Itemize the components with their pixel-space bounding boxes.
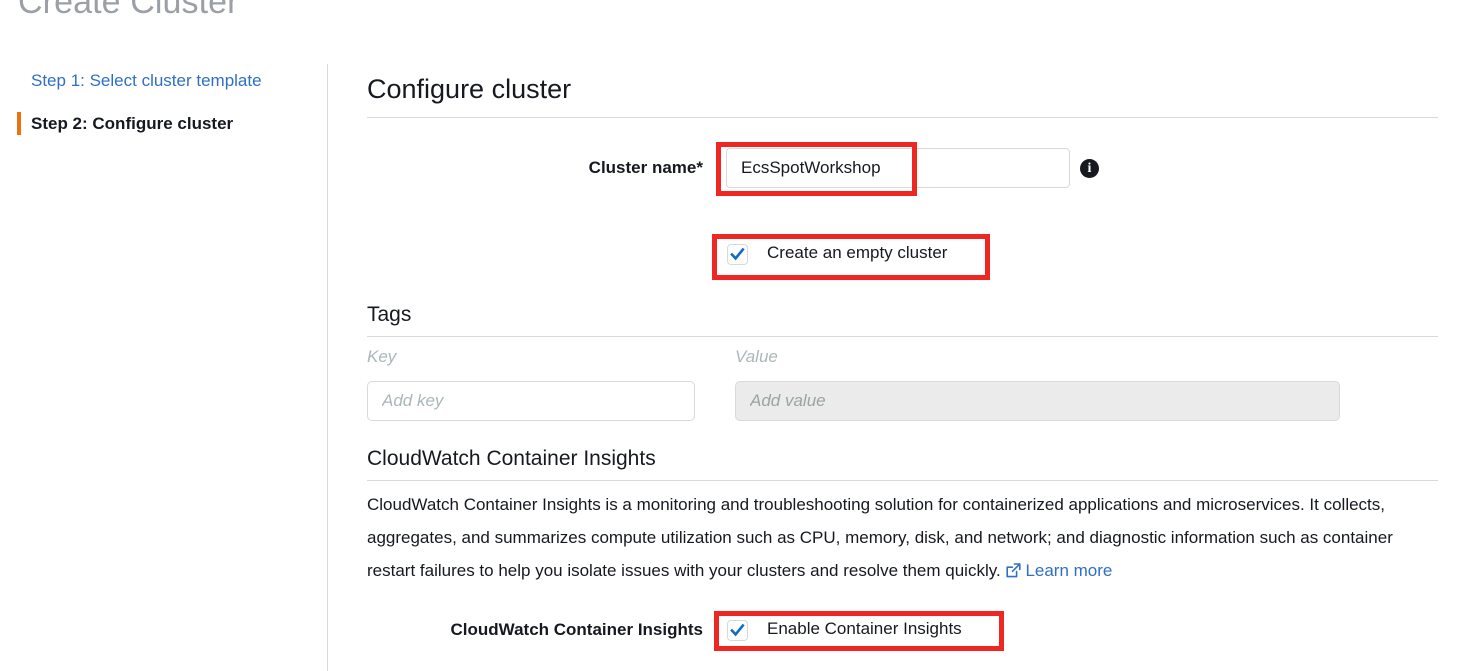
sidebar-divider bbox=[327, 64, 328, 671]
sidebar-step-2[interactable]: Step 2: Configure cluster bbox=[31, 114, 233, 134]
configure-cluster-divider bbox=[367, 117, 1438, 118]
current-step-marker bbox=[17, 112, 21, 135]
create-empty-cluster-label[interactable]: Create an empty cluster bbox=[767, 243, 947, 263]
sidebar-step-1[interactable]: Step 1: Select cluster template bbox=[31, 71, 262, 91]
tag-value-column-label: Value bbox=[735, 347, 778, 366]
create-empty-cluster-checkbox[interactable] bbox=[727, 244, 748, 265]
wizard-sidebar: Step 1: Select cluster template Step 2: … bbox=[0, 58, 327, 671]
container-insights-description: CloudWatch Container Insights is a monit… bbox=[367, 488, 1438, 590]
enable-container-insights-label[interactable]: Enable Container Insights bbox=[767, 619, 962, 639]
tags-divider bbox=[367, 336, 1438, 337]
info-icon[interactable]: i bbox=[1080, 159, 1099, 178]
cluster-name-input[interactable] bbox=[726, 148, 1070, 188]
container-insights-heading: CloudWatch Container Insights bbox=[367, 447, 656, 470]
page-title: Create Cluster bbox=[18, 0, 239, 21]
checkmark-icon bbox=[730, 247, 745, 261]
main-content: Configure cluster Cluster name* i Create… bbox=[367, 0, 1438, 671]
container-insights-row-label: CloudWatch Container Insights bbox=[450, 620, 703, 639]
configure-cluster-heading: Configure cluster bbox=[367, 74, 572, 104]
tags-heading: Tags bbox=[367, 303, 412, 326]
learn-more-link-group[interactable]: Learn more bbox=[1001, 561, 1112, 580]
external-link-icon bbox=[1005, 557, 1022, 590]
enable-container-insights-checkbox[interactable] bbox=[727, 620, 748, 641]
container-insights-divider bbox=[367, 480, 1438, 481]
learn-more-link[interactable]: Learn more bbox=[1025, 561, 1112, 580]
cluster-name-label: Cluster name* bbox=[588, 158, 703, 177]
tag-key-input[interactable] bbox=[367, 381, 695, 421]
checkmark-icon bbox=[730, 623, 745, 637]
container-insights-description-text: CloudWatch Container Insights is a monit… bbox=[367, 495, 1393, 580]
tag-value-input[interactable] bbox=[735, 381, 1340, 421]
tag-key-column-label: Key bbox=[367, 347, 397, 366]
